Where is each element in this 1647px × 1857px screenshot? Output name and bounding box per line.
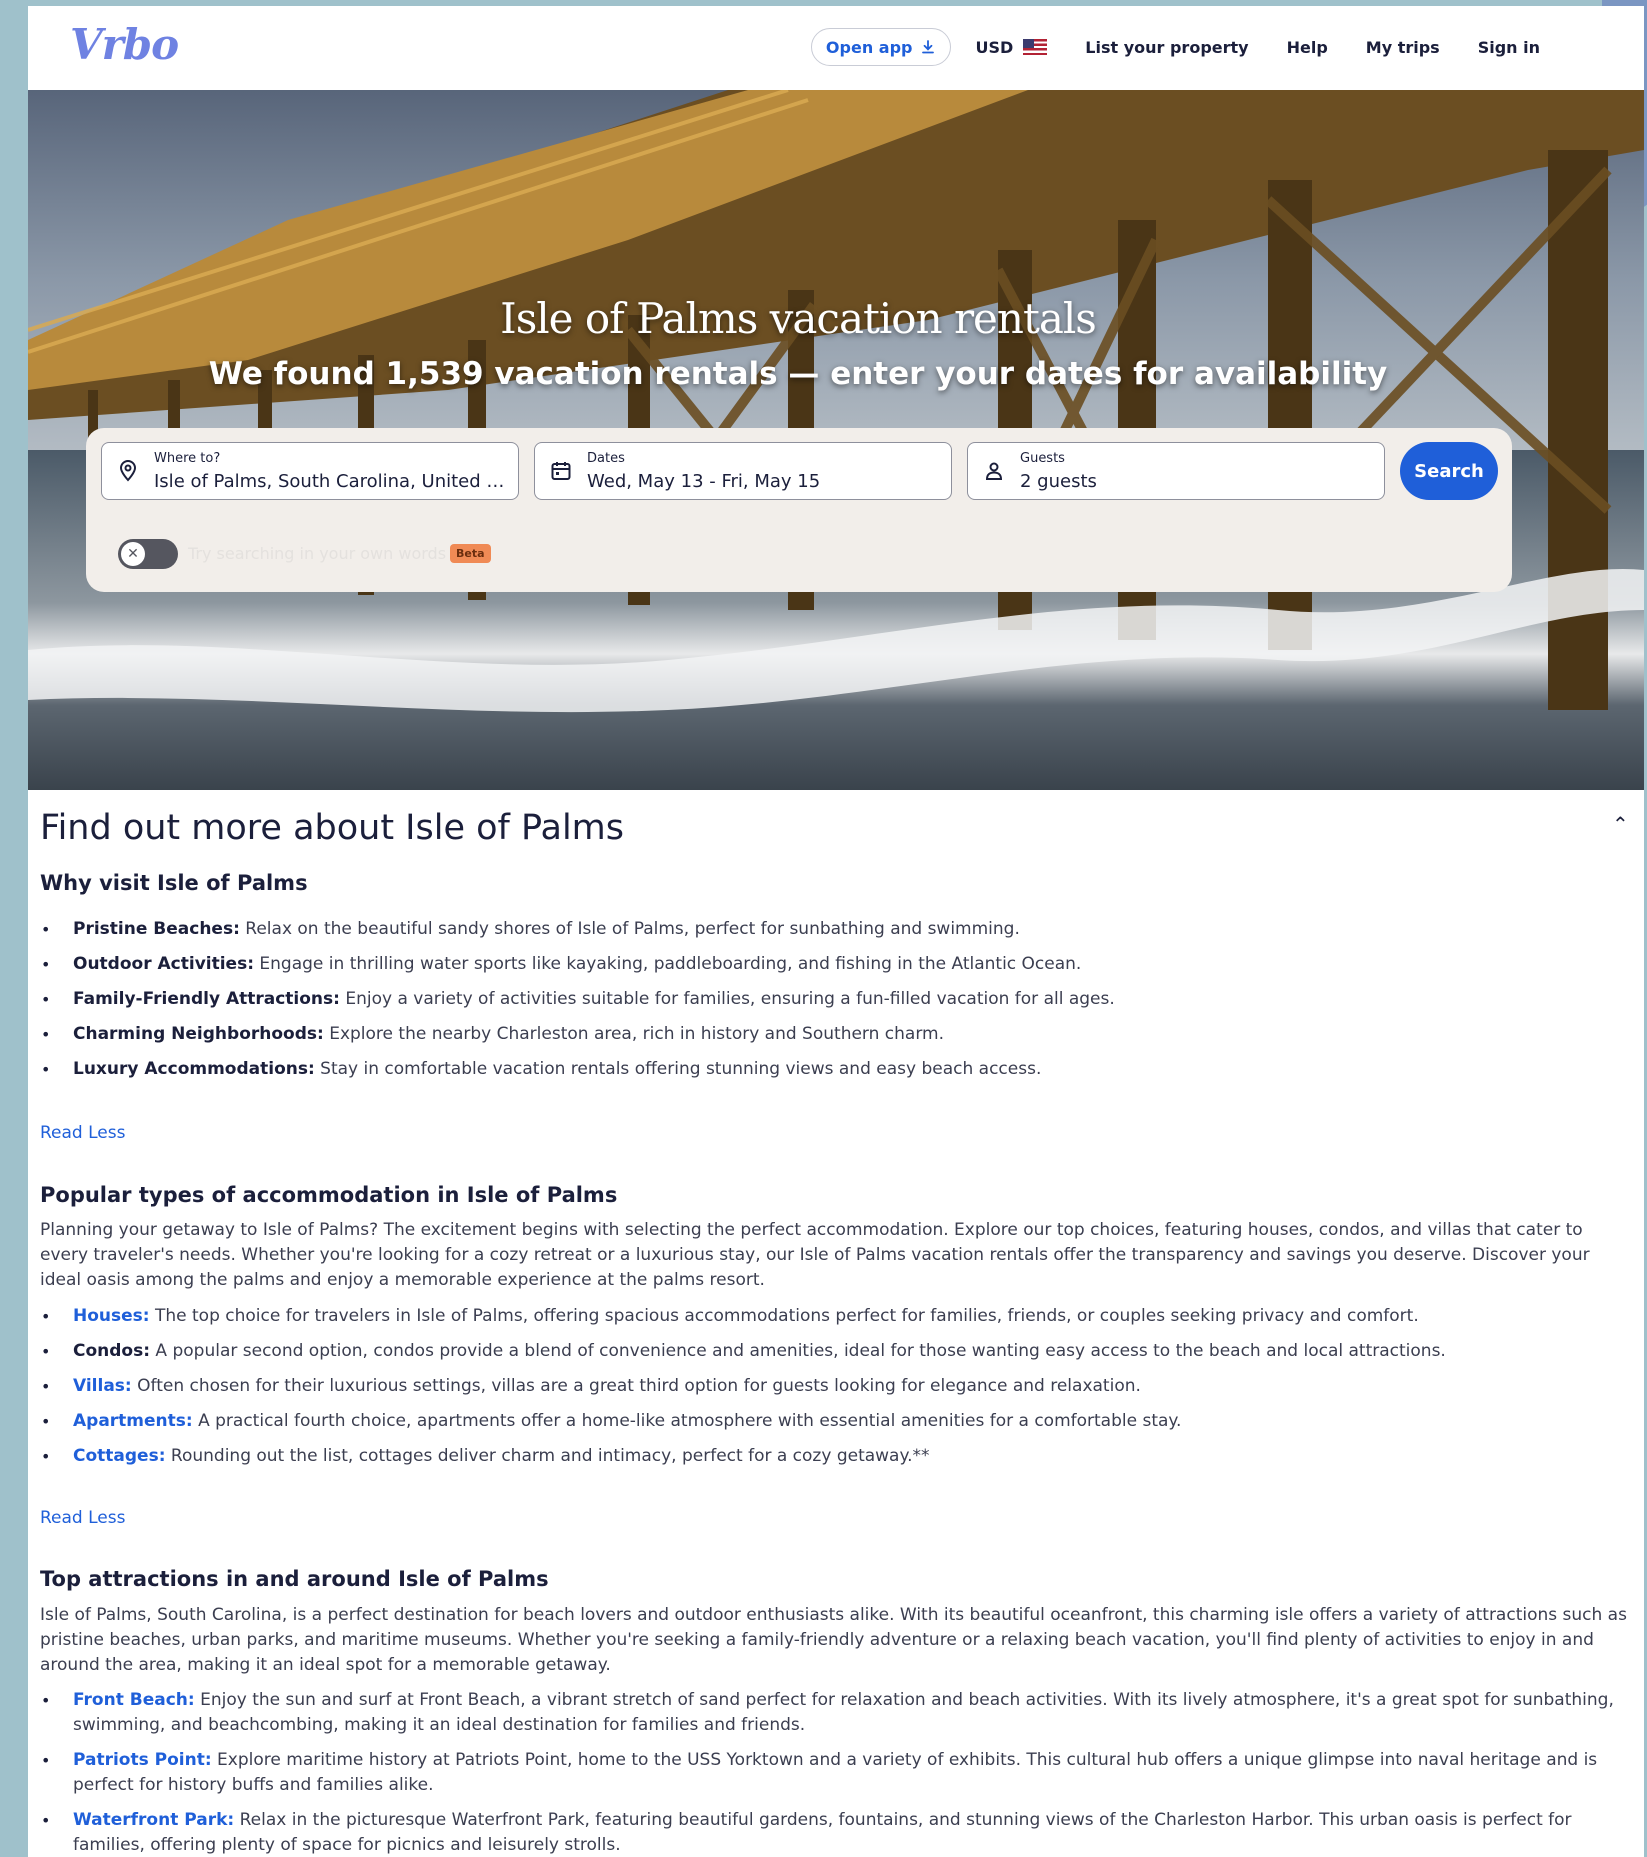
vrbo-page: Vrbo Open app USD List your property Hel… [28,6,1644,1857]
accommodation-title: Popular types of accommodation in Isle o… [40,1183,618,1207]
us-flag-icon [1023,39,1048,55]
nav-help[interactable]: Help [1287,38,1328,57]
item-text: Often chosen for their luxurious setting… [131,1376,1141,1396]
list-item: Apartments: A practical fourth choice, a… [40,1409,1640,1434]
natural-language-toggle[interactable]: ✕ [118,539,178,569]
site-header: Vrbo Open app USD List your property Hel… [28,6,1600,90]
destination-label: Where to? [154,451,221,466]
hero-banner: Isle of Palms vacation rentals We found … [28,90,1644,790]
why-visit-title: Why visit Isle of Palms [40,871,308,895]
list-item: Charming Neighborhoods: Explore the near… [40,1022,1640,1047]
read-less-link[interactable]: Read Less [40,1508,125,1528]
nav-list-property[interactable]: List your property [1085,38,1248,57]
item-text: A popular second option, condos provide … [150,1341,1446,1361]
guests-field[interactable]: Guests 2 guests [967,442,1385,500]
waterfront-park-link[interactable]: Waterfront Park: [73,1810,234,1830]
item-term: Family-Friendly Attractions: [73,989,340,1009]
front-beach-link[interactable]: Front Beach: [73,1690,195,1710]
download-icon [922,40,935,54]
location-pin-icon [119,460,137,482]
item-text: A practical fourth choice, apartments of… [192,1411,1182,1431]
dates-field[interactable]: Dates Wed, May 13 - Fri, May 15 [534,442,952,500]
hero-subtitle: We found 1,539 vacation rentals — enter … [208,356,1388,392]
list-item: Cottages: Rounding out the list, cottage… [40,1444,1640,1469]
item-text: Explore the nearby Charleston area, rich… [323,1024,944,1044]
attractions-intro: Isle of Palms, South Carolina, is a perf… [40,1605,1627,1675]
beta-badge: Beta [450,544,491,563]
currency-selector[interactable]: USD [975,37,1048,57]
villas-link[interactable]: Villas: [73,1376,132,1396]
item-text: Engage in thrilling water sports like ka… [254,954,1082,974]
item-text: The top choice for travelers in Isle of … [149,1306,1419,1326]
open-app-button[interactable]: Open app [810,28,952,66]
list-item: Luxury Accommodations: Stay in comfortab… [40,1057,1640,1082]
currency-label: USD [975,37,1014,57]
search-button[interactable]: Search [1400,442,1498,500]
nav-my-trips[interactable]: My trips [1366,38,1440,57]
dates-value: Wed, May 13 - Fri, May 15 [587,471,821,492]
vrbo-logo[interactable]: Vrbo [70,20,179,69]
close-icon: ✕ [121,542,145,566]
attractions-list: Front Beach: Enjoy the sun and surf at F… [40,1688,1640,1857]
list-item: Villas: Often chosen for their luxurious… [40,1374,1640,1399]
item-text: Enjoy the sun and surf at Front Beach, a… [73,1690,1614,1735]
list-item: Waterfront Park: Relax in the picturesqu… [40,1808,1640,1857]
open-app-label: Open app [825,37,913,57]
destination-field[interactable]: Where to? Isle of Palms, South Carolina,… [101,442,519,500]
item-text: Relax on the beautiful sandy shores of I… [239,919,1020,939]
accommodation-list: Houses: The top choice for travelers in … [40,1304,1640,1479]
item-text: Stay in comfortable vacation rentals off… [314,1059,1042,1079]
item-term: Charming Neighborhoods: [73,1024,324,1044]
destination-value: Isle of Palms, South Carolina, United S.… [154,471,509,492]
list-item: Condos: A popular second option, condos … [40,1339,1640,1364]
list-item: Patriots Point: Explore maritime history… [40,1748,1640,1798]
item-text: Rounding out the list, cottages deliver … [165,1446,930,1466]
top-nav: Open app USD List your property Help My … [810,27,1540,67]
search-card: Where to? Isle of Palms, South Carolina,… [86,428,1512,592]
guests-label: Guests [1020,451,1065,466]
list-item: Houses: The top choice for travelers in … [40,1304,1640,1329]
item-term: Outdoor Activities: [73,954,255,974]
why-visit-list: Pristine Beaches: Relax on the beautiful… [40,917,1640,1092]
cottages-link[interactable]: Cottages: [73,1446,166,1466]
item-text: Enjoy a variety of activities suitable f… [339,989,1115,1009]
attractions-title: Top attractions in and around Isle of Pa… [40,1567,549,1591]
guests-value: 2 guests [1020,471,1097,492]
list-item: Family-Friendly Attractions: Enjoy a var… [40,987,1640,1012]
chevron-up-icon[interactable]: ⌃ [1612,812,1629,836]
read-less-link[interactable]: Read Less [40,1123,125,1143]
list-item: Pristine Beaches: Relax on the beautiful… [40,917,1640,942]
houses-link[interactable]: Houses: [73,1306,150,1326]
item-text: Explore maritime history at Patriots Poi… [73,1750,1598,1795]
item-term: Pristine Beaches: [73,919,240,939]
apartments-link[interactable]: Apartments: [73,1411,193,1431]
patriots-point-link[interactable]: Patriots Point: [73,1750,212,1770]
toggle-label: Try searching in your own words [188,544,447,563]
about-heading: Find out more about Isle of Palms [40,808,625,848]
accommodation-intro: Planning your getaway to Isle of Palms? … [40,1220,1590,1290]
hero-title: Isle of Palms vacation rentals [500,294,1097,343]
calendar-icon [551,462,571,480]
list-item: Front Beach: Enjoy the sun and surf at F… [40,1688,1640,1738]
item-text: Relax in the picturesque Waterfront Park… [73,1810,1572,1855]
item-term: Luxury Accommodations: [73,1059,315,1079]
list-item: Outdoor Activities: Engage in thrilling … [40,952,1640,977]
person-icon [985,462,1003,480]
dates-label: Dates [587,451,625,466]
item-term: Condos: [73,1341,151,1361]
nav-sign-in[interactable]: Sign in [1478,38,1540,57]
